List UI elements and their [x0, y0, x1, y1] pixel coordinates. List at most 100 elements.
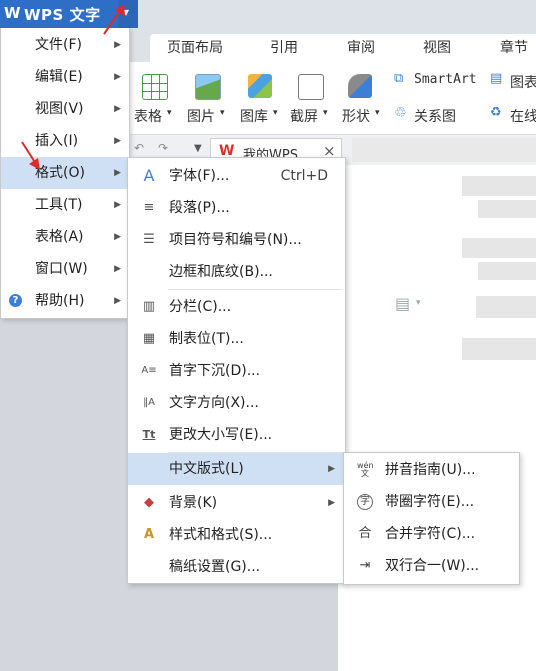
shape-icon: [348, 74, 372, 98]
menu-item-label: 工具(T): [35, 197, 83, 213]
ribbon-tabs: 页面布局 引用 审阅 视图 章节: [150, 34, 536, 62]
tab-references[interactable]: 引用: [270, 34, 298, 62]
paragraph-icon: ≡: [143, 200, 155, 215]
tab-review[interactable]: 审阅: [347, 34, 375, 62]
table-icon: [142, 74, 168, 100]
annotation-arrow-icon: [21, 141, 40, 170]
tab-chapter[interactable]: 章节: [500, 34, 528, 62]
scissors-icon: [298, 74, 324, 100]
chevron-right-icon: ▶: [114, 136, 121, 146]
chinese-item-two-lines[interactable]: ⇥ 双行合一(W)...: [344, 550, 519, 582]
format-item-font[interactable]: A 字体(F)... Ctrl+D: [128, 160, 345, 192]
bullet-list-icon: ☰: [143, 232, 155, 247]
menu-item-label: 文件(F): [35, 37, 82, 53]
redo-icon[interactable]: ↷: [158, 141, 168, 155]
menu-item-label: 窗口(W): [35, 261, 88, 277]
smartart-icon: ⧉: [394, 71, 404, 86]
enclosed-character-icon: 字: [357, 494, 373, 510]
chevron-down-icon: ▾: [220, 108, 225, 118]
format-item-bullets[interactable]: ☰ 项目符号和编号(N)...: [128, 224, 345, 256]
gallery-icon: [248, 74, 272, 98]
annotation-arrow-icon: [103, 4, 125, 35]
menu-item-view[interactable]: 视图(V) ▶: [1, 93, 129, 125]
format-item-text-direction[interactable]: ‖A 文字方向(X)...: [128, 387, 345, 419]
menu-item-edit[interactable]: 编辑(E) ▶: [1, 61, 129, 93]
columns-icon: ▥: [142, 299, 156, 314]
format-item-label: 边框和底纹(B)...: [169, 264, 273, 280]
menu-item-label: 视图(V): [35, 101, 84, 117]
two-lines-in-one-icon: ⇥: [359, 558, 371, 573]
menu-item-label: 表格(A): [35, 229, 84, 245]
chevron-right-icon: ▶: [114, 200, 121, 210]
menu-item-help[interactable]: ? 帮助(H) ▶: [1, 285, 129, 317]
menu-item-label: 帮助(H): [35, 293, 85, 309]
format-item-change-case[interactable]: Tt 更改大小写(E)...: [128, 419, 345, 451]
format-item-styles[interactable]: A 样式和格式(S)...: [128, 519, 345, 551]
chinese-item-label: 合并字符(C)...: [385, 526, 476, 542]
chevron-right-icon: ▶: [114, 72, 121, 82]
chevron-down-icon: ▾: [167, 108, 172, 118]
ribbon-toolbar: 表格 ▾ 图片 ▾ 图库 ▾ 截屏 ▾ 形状 ▾ ⧉ SmartArt ▤ 图表…: [128, 62, 536, 135]
shortcut-label: Ctrl+D: [280, 168, 328, 184]
table-label: 表格: [134, 109, 162, 125]
format-item-label: 字体(F)...: [169, 168, 230, 184]
blurred-content: [478, 262, 536, 280]
blurred-content: [462, 238, 536, 258]
chevron-down-icon: ▾: [273, 108, 278, 118]
phonetic-guide-icon: wén 文: [357, 461, 374, 478]
chevron-right-icon: ▶: [114, 232, 121, 242]
font-icon: A: [143, 166, 155, 185]
format-item-label: 项目符号和编号(N)...: [169, 232, 302, 248]
format-item-label: 稿纸设置(G)...: [169, 559, 261, 575]
change-case-icon: Tt: [142, 428, 156, 441]
combine-characters-icon: 合: [358, 526, 372, 541]
chart-icon: ▤: [490, 71, 503, 86]
menu-item-tools[interactable]: 工具(T) ▶: [1, 189, 129, 221]
format-item-borders[interactable]: 边框和底纹(B)...: [128, 256, 345, 288]
blurred-content: [476, 296, 536, 318]
chart-label: 图表: [510, 75, 536, 91]
chevron-down-icon[interactable]: ▼: [194, 143, 202, 154]
format-submenu: A 字体(F)... Ctrl+D ≡ 段落(P)... ☰ 项目符号和编号(N…: [127, 157, 346, 584]
picture-icon: [195, 74, 221, 100]
tab-stop-icon: ▦: [142, 331, 156, 346]
format-item-background[interactable]: ◆ 背景(K) ▶: [128, 487, 345, 519]
blurred-content: [462, 338, 536, 360]
undo-icon[interactable]: ↶: [134, 141, 144, 155]
chinese-item-phonetic[interactable]: wén 文 拼音指南(U)...: [344, 454, 519, 486]
paint-bucket-icon: ◆: [144, 495, 154, 510]
chinese-item-label: 拼音指南(U)...: [385, 462, 476, 478]
smartart-label: SmartArt: [414, 72, 477, 87]
app-title: WPS 文字: [24, 6, 101, 24]
chinese-item-combine[interactable]: 合 合并字符(C)...: [344, 518, 519, 550]
format-item-label: 背景(K): [169, 495, 218, 511]
blurred-content: [462, 176, 536, 196]
chevron-down-icon[interactable]: ▾: [416, 298, 421, 308]
tab-view[interactable]: 视图: [423, 34, 451, 62]
paste-options-icon[interactable]: ▤: [395, 294, 410, 313]
format-item-chinese-layout[interactable]: 中文版式(L) ▶: [128, 453, 345, 485]
format-item-columns[interactable]: ▥ 分栏(C)...: [128, 291, 345, 323]
picture-label: 图片: [187, 109, 215, 125]
menu-item-table[interactable]: 表格(A) ▶: [1, 221, 129, 253]
gallery-label: 图库: [240, 109, 268, 125]
chinese-item-enclose[interactable]: 字 带圈字符(E)...: [344, 486, 519, 518]
format-item-label: 段落(P)...: [169, 200, 230, 216]
format-item-tabs[interactable]: ▦ 制表位(T)...: [128, 323, 345, 355]
format-item-drop-cap[interactable]: A≡ 首字下沉(D)...: [128, 355, 345, 387]
online-icon: ♻: [490, 105, 502, 120]
text-direction-icon: ‖A: [143, 397, 155, 408]
format-item-label: 更改大小写(E)...: [169, 427, 273, 443]
menu-item-window[interactable]: 窗口(W) ▶: [1, 253, 129, 285]
chevron-down-icon: ▾: [323, 108, 328, 118]
format-item-paragraph[interactable]: ≡ 段落(P)...: [128, 192, 345, 224]
format-item-label: 分栏(C)...: [169, 299, 232, 315]
format-item-manuscript[interactable]: 稿纸设置(G)...: [128, 551, 345, 583]
format-item-label: 文字方向(X)...: [169, 395, 259, 411]
chevron-right-icon: ▶: [328, 464, 335, 474]
chevron-right-icon: ▶: [114, 264, 121, 274]
wps-logo-icon: W: [4, 4, 21, 22]
help-icon: ?: [9, 294, 22, 307]
chevron-down-icon: ▾: [375, 108, 380, 118]
tab-page-layout[interactable]: 页面布局: [167, 34, 223, 62]
